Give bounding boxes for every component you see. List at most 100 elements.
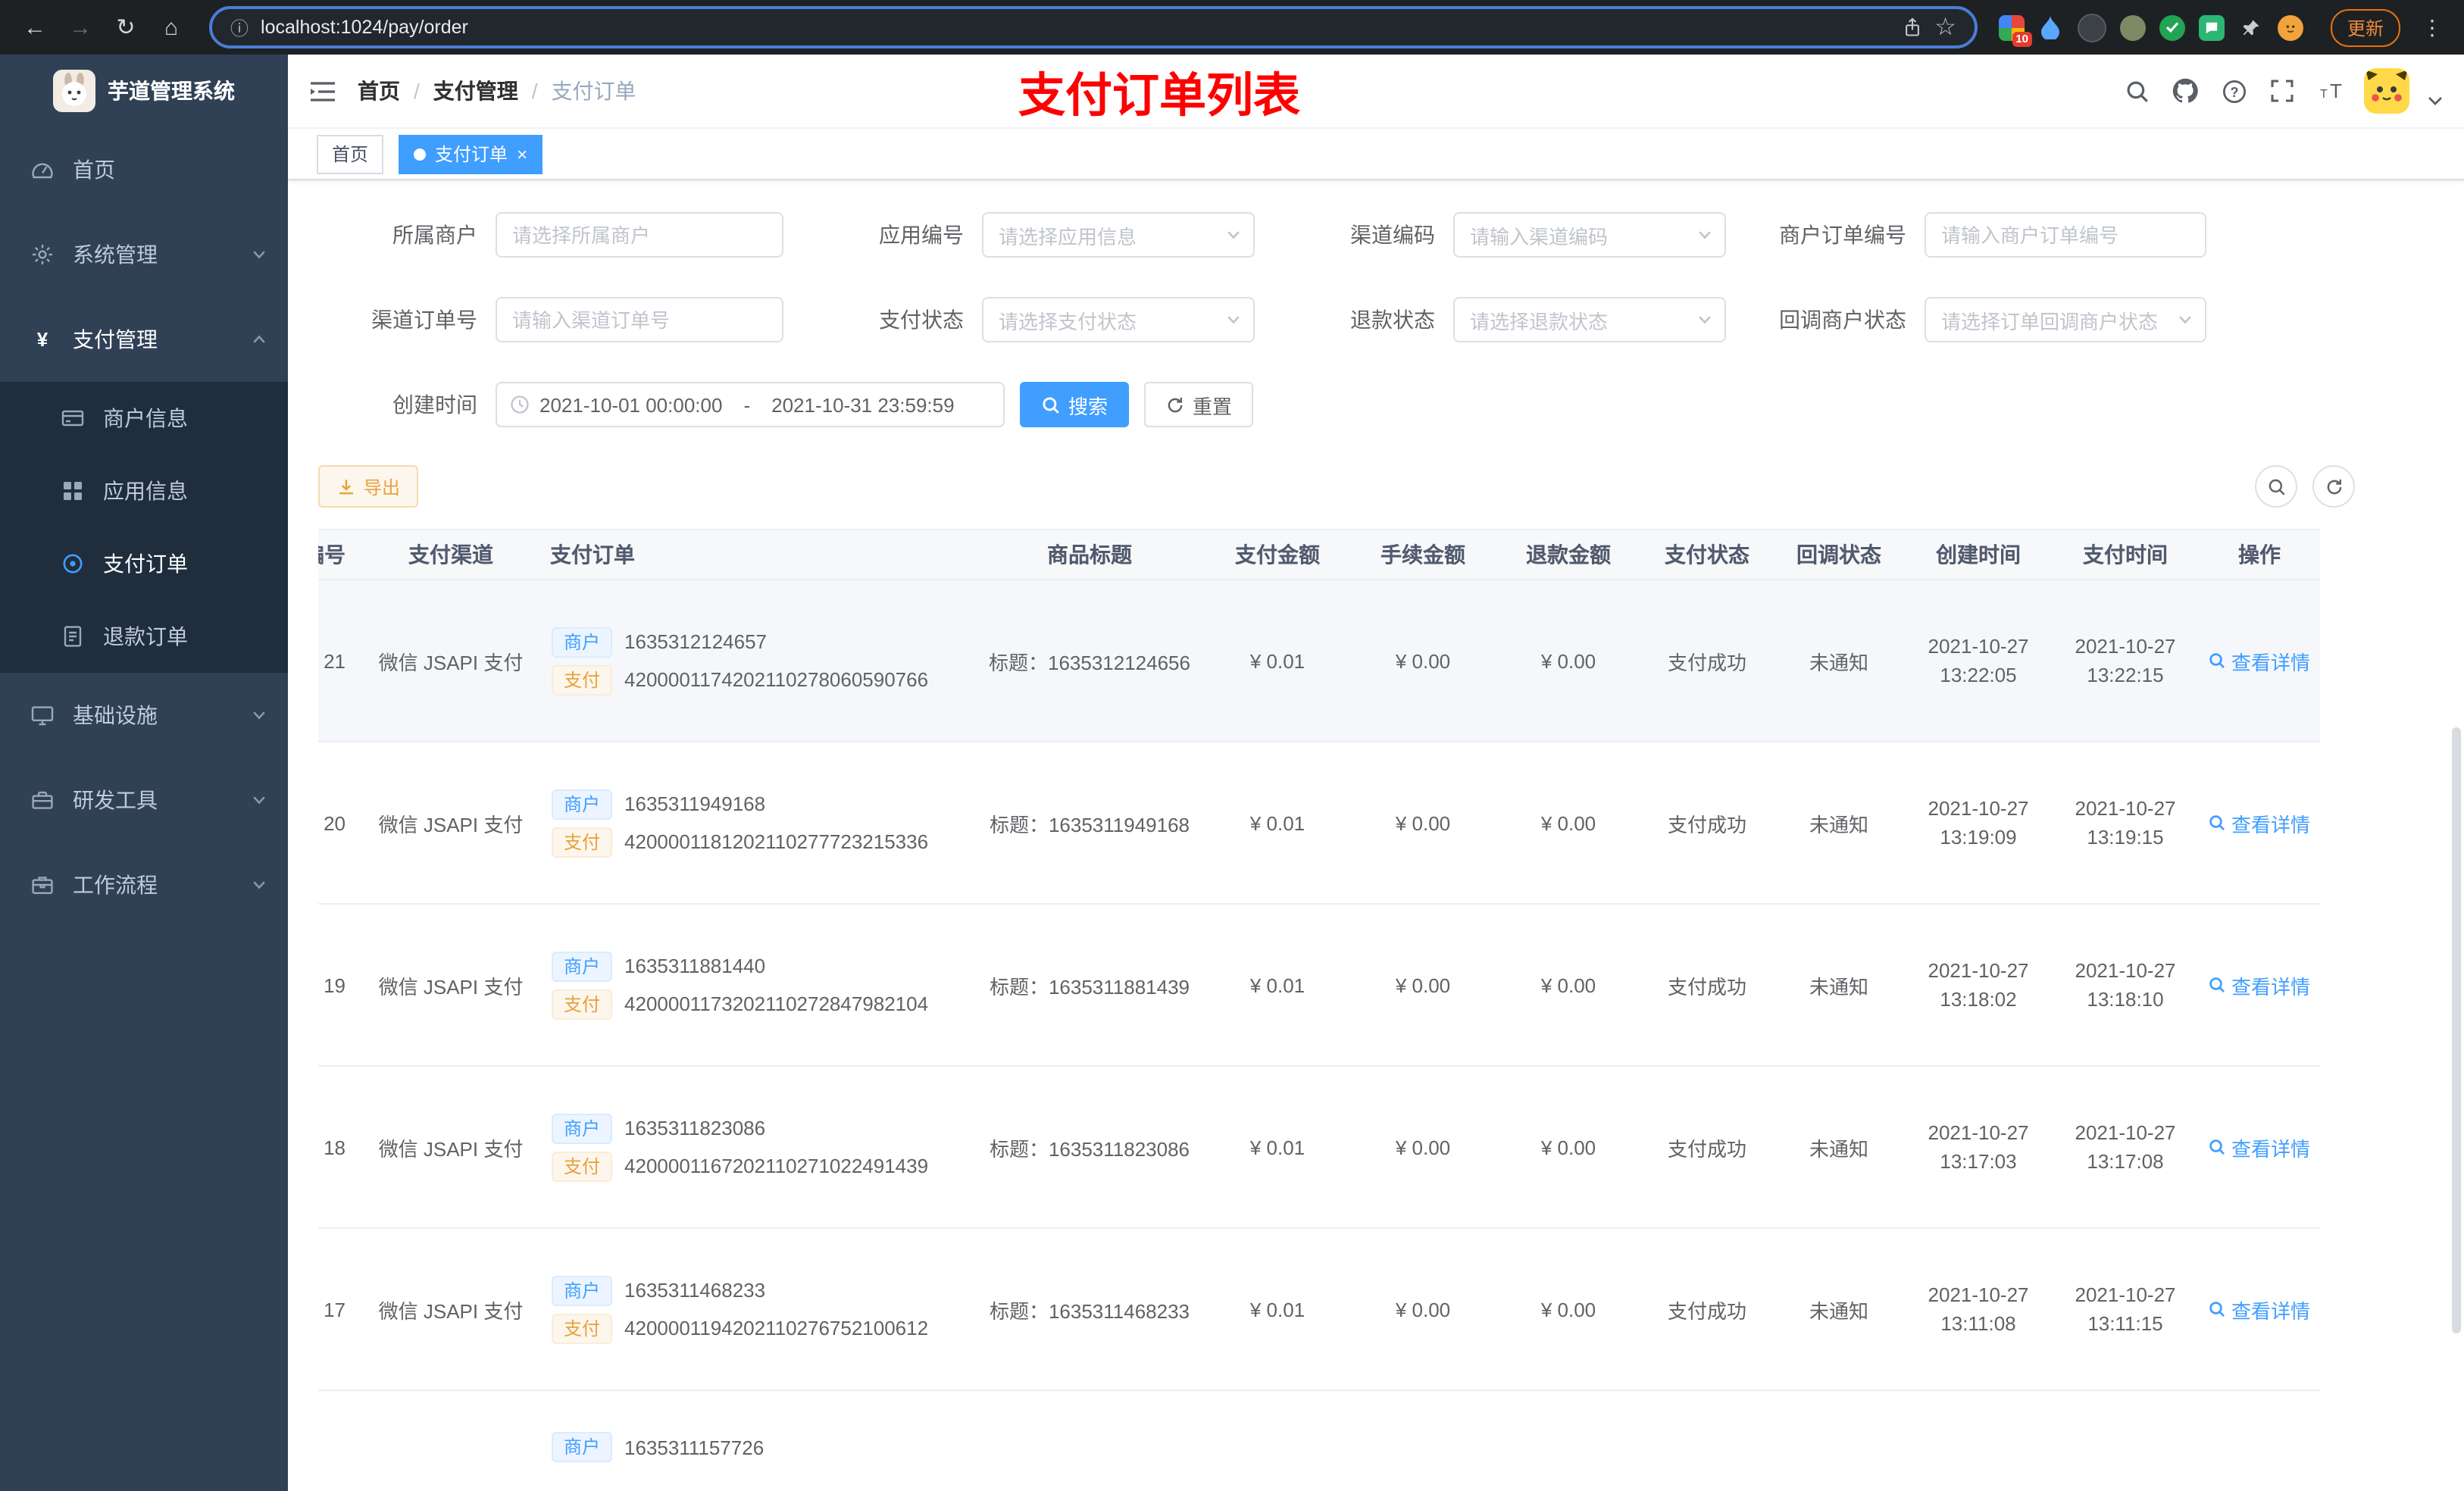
address-bar[interactable]: ⓘ localhost:1024/pay/order ☆ (209, 6, 1978, 48)
avatar[interactable] (2364, 68, 2409, 114)
toggle-search-button[interactable] (2255, 465, 2297, 508)
cell-channel: 微信 JSAPI 支付 (364, 742, 538, 905)
hamburger-icon[interactable] (309, 80, 336, 102)
cell-id: 21 (318, 580, 364, 742)
channel-order-no-input[interactable] (496, 297, 783, 342)
breadcrumb-item[interactable]: 首页 (358, 76, 400, 106)
back-button[interactable]: ← (15, 8, 55, 47)
sidebar-logo[interactable]: 芋道管理系统 (0, 55, 288, 127)
tab-pay-order[interactable]: 支付订单 × (399, 134, 543, 173)
tab-home[interactable]: 首页 (317, 134, 384, 173)
browser-update-button[interactable]: 更新 (2330, 8, 2400, 46)
cell-pay-time: 2021-10-27 13:22:15 (2052, 580, 2199, 742)
refresh-button[interactable] (2312, 465, 2355, 508)
breadcrumb-separator: / (531, 79, 538, 103)
filter-label: 退款状态 (1350, 308, 1435, 332)
help-icon[interactable]: ? (2219, 76, 2249, 106)
cell-id: 18 (318, 1066, 364, 1229)
extension-icon-blue-drop[interactable] (2038, 14, 2064, 40)
refund-status-select[interactable]: 请选择退款状态 (1453, 297, 1726, 342)
sidebar-item-payment[interactable]: ¥ 支付管理 (0, 297, 288, 382)
bookmark-star-icon[interactable]: ☆ (1934, 12, 1956, 42)
notify-status-select[interactable]: 请选择订单回调商户状态 (1925, 297, 2206, 342)
merchant-order-no-input[interactable] (1925, 212, 2206, 258)
create-time-range-picker[interactable]: 2021-10-01 00:00:00 - 2021-10-31 23:59:5… (496, 382, 1005, 427)
share-icon[interactable] (1901, 17, 1922, 38)
breadcrumb: 首页 / 支付管理 / 支付订单 (358, 76, 636, 106)
sidebar-item-pay-order[interactable]: 支付订单 (0, 527, 288, 600)
extension-icon-orange-face[interactable] (2277, 14, 2303, 40)
cell-order-no: 商户 1635311823086 支付 42000011672021102710224… (538, 1066, 974, 1229)
extension-icon-green-chat[interactable] (2198, 14, 2225, 40)
sidebar-item-workflow[interactable]: 工作流程 (0, 842, 288, 927)
cell-title: 标题：1635311881439 (974, 904, 1205, 1067)
font-size-icon[interactable]: TT (2315, 76, 2346, 106)
tab-active-dot (414, 148, 427, 160)
table-row-partial: 商户 1635311157726 (318, 1390, 2320, 1491)
cell-amount: ¥ 0.01 (1205, 1066, 1350, 1229)
tab-close-icon[interactable]: × (517, 145, 527, 163)
view-detail-link[interactable]: 查看详情 (2209, 971, 2310, 999)
orders-table: 编号支付渠道支付订单商品标题支付金额手续金额退款金额支付状态回调状态创建时间支付… (318, 529, 2320, 1491)
view-detail-link[interactable]: 查看详情 (2209, 1133, 2310, 1161)
target-icon (61, 552, 85, 576)
cell-fee: ¥ 0.00 (1350, 1066, 1496, 1229)
sidebar-item-merchant-info[interactable]: 商户信息 (0, 382, 288, 455)
filter-group-pay-status: 支付状态 请选择支付状态 (879, 297, 1255, 342)
view-detail-link[interactable]: 查看详情 (2209, 808, 2310, 837)
cell-refund: ¥ 0.00 (1496, 742, 1641, 905)
sidebar-item-home[interactable]: 首页 (0, 127, 288, 212)
view-detail-link[interactable]: 查看详情 (2209, 1295, 2310, 1324)
filter-group-merchant-order-no: 商户订单编号 (1779, 212, 2206, 258)
sidebar-item-app-info[interactable]: 应用信息 (0, 455, 288, 527)
column-header: 支付订单 (538, 529, 974, 580)
sidebar-item-refund-order[interactable]: 退款订单 (0, 600, 288, 673)
cell-refund: ¥ 0.00 (1496, 580, 1641, 742)
cell-title: 标题：1635311949168 (974, 742, 1205, 905)
search-button[interactable]: 搜索 (1020, 382, 1130, 427)
home-button[interactable]: ⌂ (152, 8, 191, 47)
reload-button[interactable]: ↻ (106, 8, 145, 47)
forward-button[interactable]: → (61, 8, 100, 47)
sidebar-item-system[interactable]: 系统管理 (0, 212, 288, 297)
export-button[interactable]: 导出 (318, 465, 419, 508)
cell-action: 查看详情 (2199, 742, 2320, 905)
extension-icon-olive-circle[interactable] (2119, 14, 2146, 40)
column-header: 支付金额 (1205, 529, 1350, 580)
extension-icon-dark-circle[interactable] (2077, 13, 2106, 42)
app-id-select[interactable]: 请选择应用信息 (982, 212, 1255, 258)
cell-action: 查看详情 (2199, 904, 2320, 1067)
pin-icon[interactable] (2238, 14, 2264, 40)
date-start-value: 2021-10-01 00:00:00 (539, 393, 723, 416)
reset-button[interactable]: 重置 (1144, 382, 1254, 427)
cell-action: 查看详情 (2199, 1066, 2320, 1229)
scrollbar-thumb[interactable] (2452, 727, 2461, 1333)
cell-create-time: 2021-10-27 13:19:09 (1905, 742, 2052, 905)
sidebar-item-dev-tools[interactable]: 研发工具 (0, 758, 288, 842)
cell-status: 支付成功 (1641, 1228, 1773, 1391)
filter-group-notify-status: 回调商户状态 请选择订单回调商户状态 (1779, 297, 2206, 342)
extension-icon-green-check[interactable] (2159, 14, 2185, 40)
search-icon[interactable] (2122, 76, 2152, 106)
cell-pay-time: 2021-10-27 13:11:15 (2052, 1228, 2199, 1391)
sidebar-item-infrastructure[interactable]: 基础设施 (0, 673, 288, 758)
extension-icon-colorful-puzzle[interactable]: 10 (1998, 14, 2032, 46)
merchant-input[interactable] (496, 212, 783, 258)
browser-chrome: ← → ↻ ⌂ ⓘ localhost:1024/pay/order ☆ 10 … (0, 0, 2464, 55)
chevron-down-icon[interactable] (2428, 95, 2443, 105)
navbar-actions: ? TT (2122, 68, 2443, 114)
view-detail-link[interactable]: 查看详情 (2209, 646, 2310, 675)
channel-code-select[interactable]: 请输入渠道编码 (1453, 212, 1726, 258)
merchant-tag: 商户 (552, 1432, 613, 1462)
site-info-icon[interactable]: ⓘ (230, 14, 249, 40)
fullscreen-icon[interactable] (2267, 76, 2297, 106)
browser-menu-icon[interactable]: ⋮ (2416, 14, 2449, 40)
cell-order-no: 商户 1635311949168 支付 42000011812021102777232… (538, 742, 974, 905)
pay-status-select[interactable]: 请选择支付状态 (982, 297, 1255, 342)
github-icon[interactable] (2170, 76, 2200, 106)
cell-create-time: 2021-10-27 13:18:02 (1905, 904, 2052, 1067)
breadcrumb-item[interactable]: 支付管理 (433, 76, 518, 106)
breadcrumb-separator: / (414, 79, 420, 103)
extensions-row: 10 (1998, 13, 2303, 46)
sidebar-menu: 首页 系统管理 ¥ 支付管理 商户信息 应用信息 支付订单 退款订单 基础设施 研发工具 工作流程 (0, 127, 288, 927)
